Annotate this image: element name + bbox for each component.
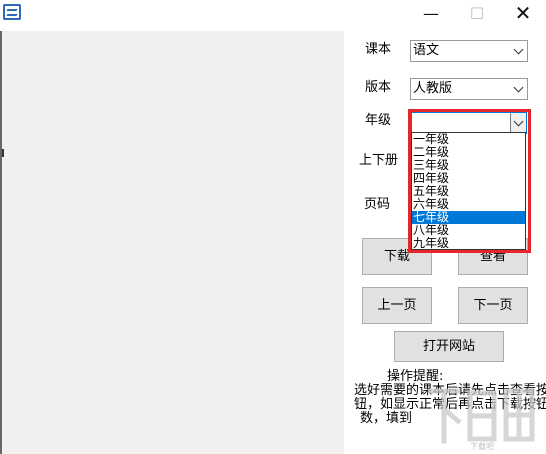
- next-page-button[interactable]: 下一页: [458, 287, 528, 324]
- chevron-down-icon: [514, 46, 523, 55]
- prev-page-button[interactable]: 上一页: [362, 287, 432, 324]
- textbook-select[interactable]: 语文: [410, 40, 528, 62]
- open-website-button[interactable]: 打开网站: [394, 331, 504, 362]
- grade-option[interactable]: 九年级: [412, 237, 525, 250]
- grade-option[interactable]: 五年级: [412, 185, 525, 198]
- hint-line: 数，填到: [360, 411, 413, 426]
- edition-select[interactable]: 人教版: [410, 78, 528, 100]
- hint-line: 选好需要的课本后请先点击查看按: [354, 383, 546, 398]
- grade-option[interactable]: 一年级: [412, 133, 525, 146]
- hint-line: 钮，如显示正常后再点击下载按钮，: [354, 397, 546, 412]
- preview-edge-mark: [2, 149, 4, 157]
- grade-option[interactable]: 三年级: [412, 159, 525, 172]
- grade-label: 年级: [365, 113, 392, 128]
- minimize-button[interactable]: —: [408, 0, 454, 29]
- close-button[interactable]: ✕: [500, 0, 546, 29]
- hint-title: 操作提醒:: [387, 369, 444, 384]
- edition-select-value: 人教版: [413, 81, 453, 96]
- textbook-label: 课本: [365, 42, 392, 57]
- edition-label: 版本: [365, 80, 392, 95]
- textbook-select-value: 语文: [413, 43, 440, 58]
- hint-text: 选好需要的课本后请先点击查看按 钮，如显示正常后再点击下载按钮， 数，填到: [354, 384, 546, 426]
- grade-select[interactable]: [411, 112, 527, 134]
- volume-label: 上下册: [359, 153, 399, 168]
- grade-dropdown-list[interactable]: 一年级 二年级 三年级 四年级 五年级 六年级 七年级 八年级 九年级: [411, 132, 526, 250]
- grade-option[interactable]: 四年级: [412, 172, 525, 185]
- chevron-down-icon[interactable]: [510, 113, 526, 133]
- maximize-button[interactable]: ☐: [454, 0, 500, 29]
- preview-area: [0, 31, 344, 454]
- grade-option[interactable]: 二年级: [412, 146, 525, 159]
- chevron-down-icon: [514, 84, 523, 93]
- grade-option[interactable]: 八年级: [412, 224, 525, 237]
- grade-option[interactable]: 六年级: [412, 198, 525, 211]
- title-bar: — ☐ ✕: [0, 0, 546, 30]
- app-icon: [3, 4, 21, 20]
- page-label: 页码: [364, 197, 391, 212]
- grade-option[interactable]: 七年级: [412, 211, 525, 224]
